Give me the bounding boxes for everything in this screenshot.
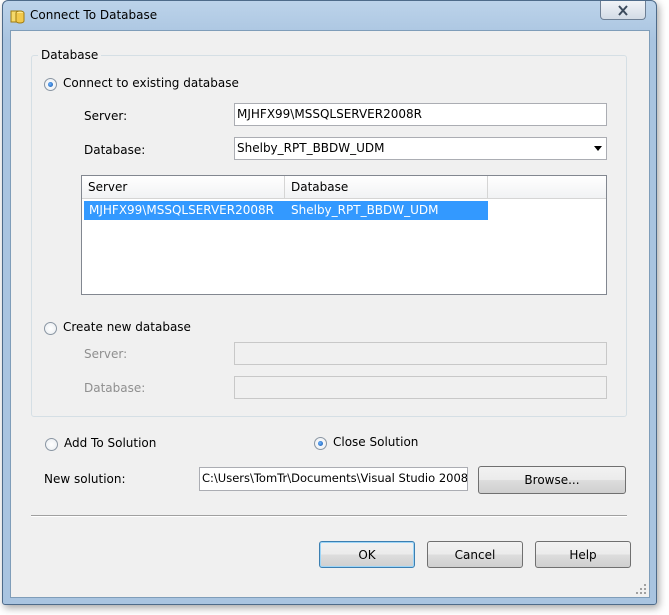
resize-grip-icon[interactable]: [635, 583, 647, 595]
ok-button[interactable]: OK: [319, 541, 415, 568]
browse-button[interactable]: Browse...: [478, 466, 626, 494]
dialog-window: Connect To Database Database Connect to …: [2, 0, 657, 605]
database-combobox-value: Shelby_RPT_BBDW_UDM: [237, 141, 385, 155]
chevron-down-icon[interactable]: [594, 146, 602, 151]
database-label: Database:: [84, 143, 146, 157]
separator: [31, 515, 627, 517]
title-bar[interactable]: Connect To Database: [3, 1, 656, 31]
server-label: Server:: [84, 109, 128, 123]
cancel-button[interactable]: Cancel: [427, 541, 523, 568]
new-database-input[interactable]: [234, 376, 607, 399]
close-solution-radio[interactable]: [314, 437, 327, 450]
grid-cell-database: Shelby_RPT_BBDW_UDM: [291, 203, 439, 217]
database-connect-icon: [10, 10, 25, 24]
database-group-label: Database: [38, 48, 102, 62]
create-new-label[interactable]: Create new database: [63, 320, 191, 334]
window-title: Connect To Database: [30, 8, 158, 22]
server-input[interactable]: MJHFX99\MSSQLSERVER2008R: [234, 103, 607, 126]
close-button[interactable]: [600, 1, 646, 20]
create-new-radio[interactable]: [44, 322, 57, 335]
grid-column-server[interactable]: Server: [82, 176, 285, 199]
connect-existing-radio[interactable]: [44, 78, 57, 91]
close-icon: [618, 4, 628, 16]
add-to-solution-label[interactable]: Add To Solution: [64, 436, 156, 450]
add-to-solution-radio[interactable]: [45, 438, 58, 451]
connect-existing-label[interactable]: Connect to existing database: [63, 76, 239, 90]
new-server-label: Server:: [84, 347, 128, 361]
dialog-client: Database Connect to existing database Se…: [10, 30, 650, 598]
close-solution-label[interactable]: Close Solution: [333, 435, 418, 449]
help-button[interactable]: Help: [535, 541, 631, 568]
database-combobox[interactable]: Shelby_RPT_BBDW_UDM: [234, 137, 607, 160]
connections-grid[interactable]: Server Database MJHFX99\MSSQLSERVER2008R…: [81, 175, 607, 295]
grid-column-database[interactable]: Database: [285, 176, 488, 199]
new-solution-label: New solution:: [44, 472, 126, 486]
grid-cell-server: MJHFX99\MSSQLSERVER2008R: [89, 203, 274, 217]
new-database-label: Database:: [84, 381, 146, 395]
table-row[interactable]: MJHFX99\MSSQLSERVER2008R Shelby_RPT_BBDW…: [84, 201, 488, 220]
new-server-input[interactable]: [234, 342, 607, 365]
grid-header: Server Database: [82, 176, 606, 199]
new-solution-input[interactable]: C:\Users\TomTr\Documents\Visual Studio 2…: [199, 467, 468, 491]
